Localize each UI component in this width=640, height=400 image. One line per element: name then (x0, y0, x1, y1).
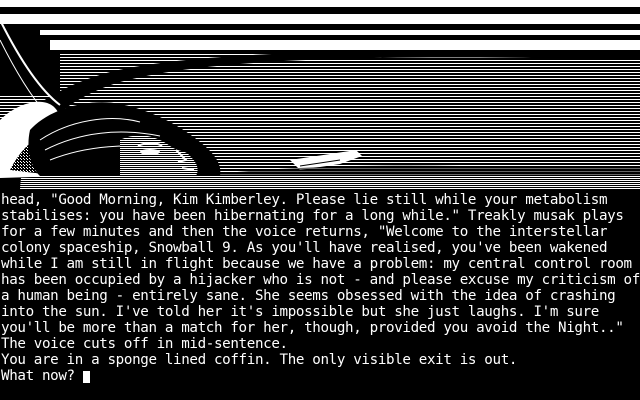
prompt-text: What now? (1, 368, 75, 384)
game-screen: head, "Good Morning, Kim Kimberley. Plea… (0, 0, 640, 400)
story-line: colony spaceship, Snowball 9. As you'll … (1, 240, 608, 256)
story-line: you'll be more than a match for her, tho… (1, 320, 624, 336)
ceiling-bar-3 (40, 30, 640, 35)
coffin-floor (0, 176, 640, 189)
story-line: has been occupied by a hijacker who is n… (1, 272, 640, 288)
text-cursor (82, 370, 90, 383)
story-line: a human being - entirely sane. She seems… (1, 288, 616, 304)
command-prompt[interactable]: What now? (1, 369, 90, 384)
room-description: You are in a sponge lined coffin. The on… (1, 352, 518, 368)
story-line: The voice cuts off in mid-sentence. (1, 336, 288, 352)
closed-eye (140, 149, 160, 155)
story-line: for a few minutes and then the voice ret… (1, 224, 608, 240)
story-line: into the sun. I've told her it's impossi… (1, 304, 599, 320)
scene-picture (0, 0, 640, 193)
ceiling-bar-1 (0, 0, 640, 7)
story-line: stabilises: you have been hibernating fo… (1, 208, 624, 224)
ceiling-bar-2 (0, 14, 640, 24)
text-window: head, "Good Morning, Kim Kimberley. Plea… (0, 193, 640, 400)
ceiling-bar-4 (50, 40, 640, 50)
story-line: head, "Good Morning, Kim Kimberley. Plea… (1, 192, 608, 208)
story-line: while I am still in flight because we ha… (1, 256, 632, 272)
